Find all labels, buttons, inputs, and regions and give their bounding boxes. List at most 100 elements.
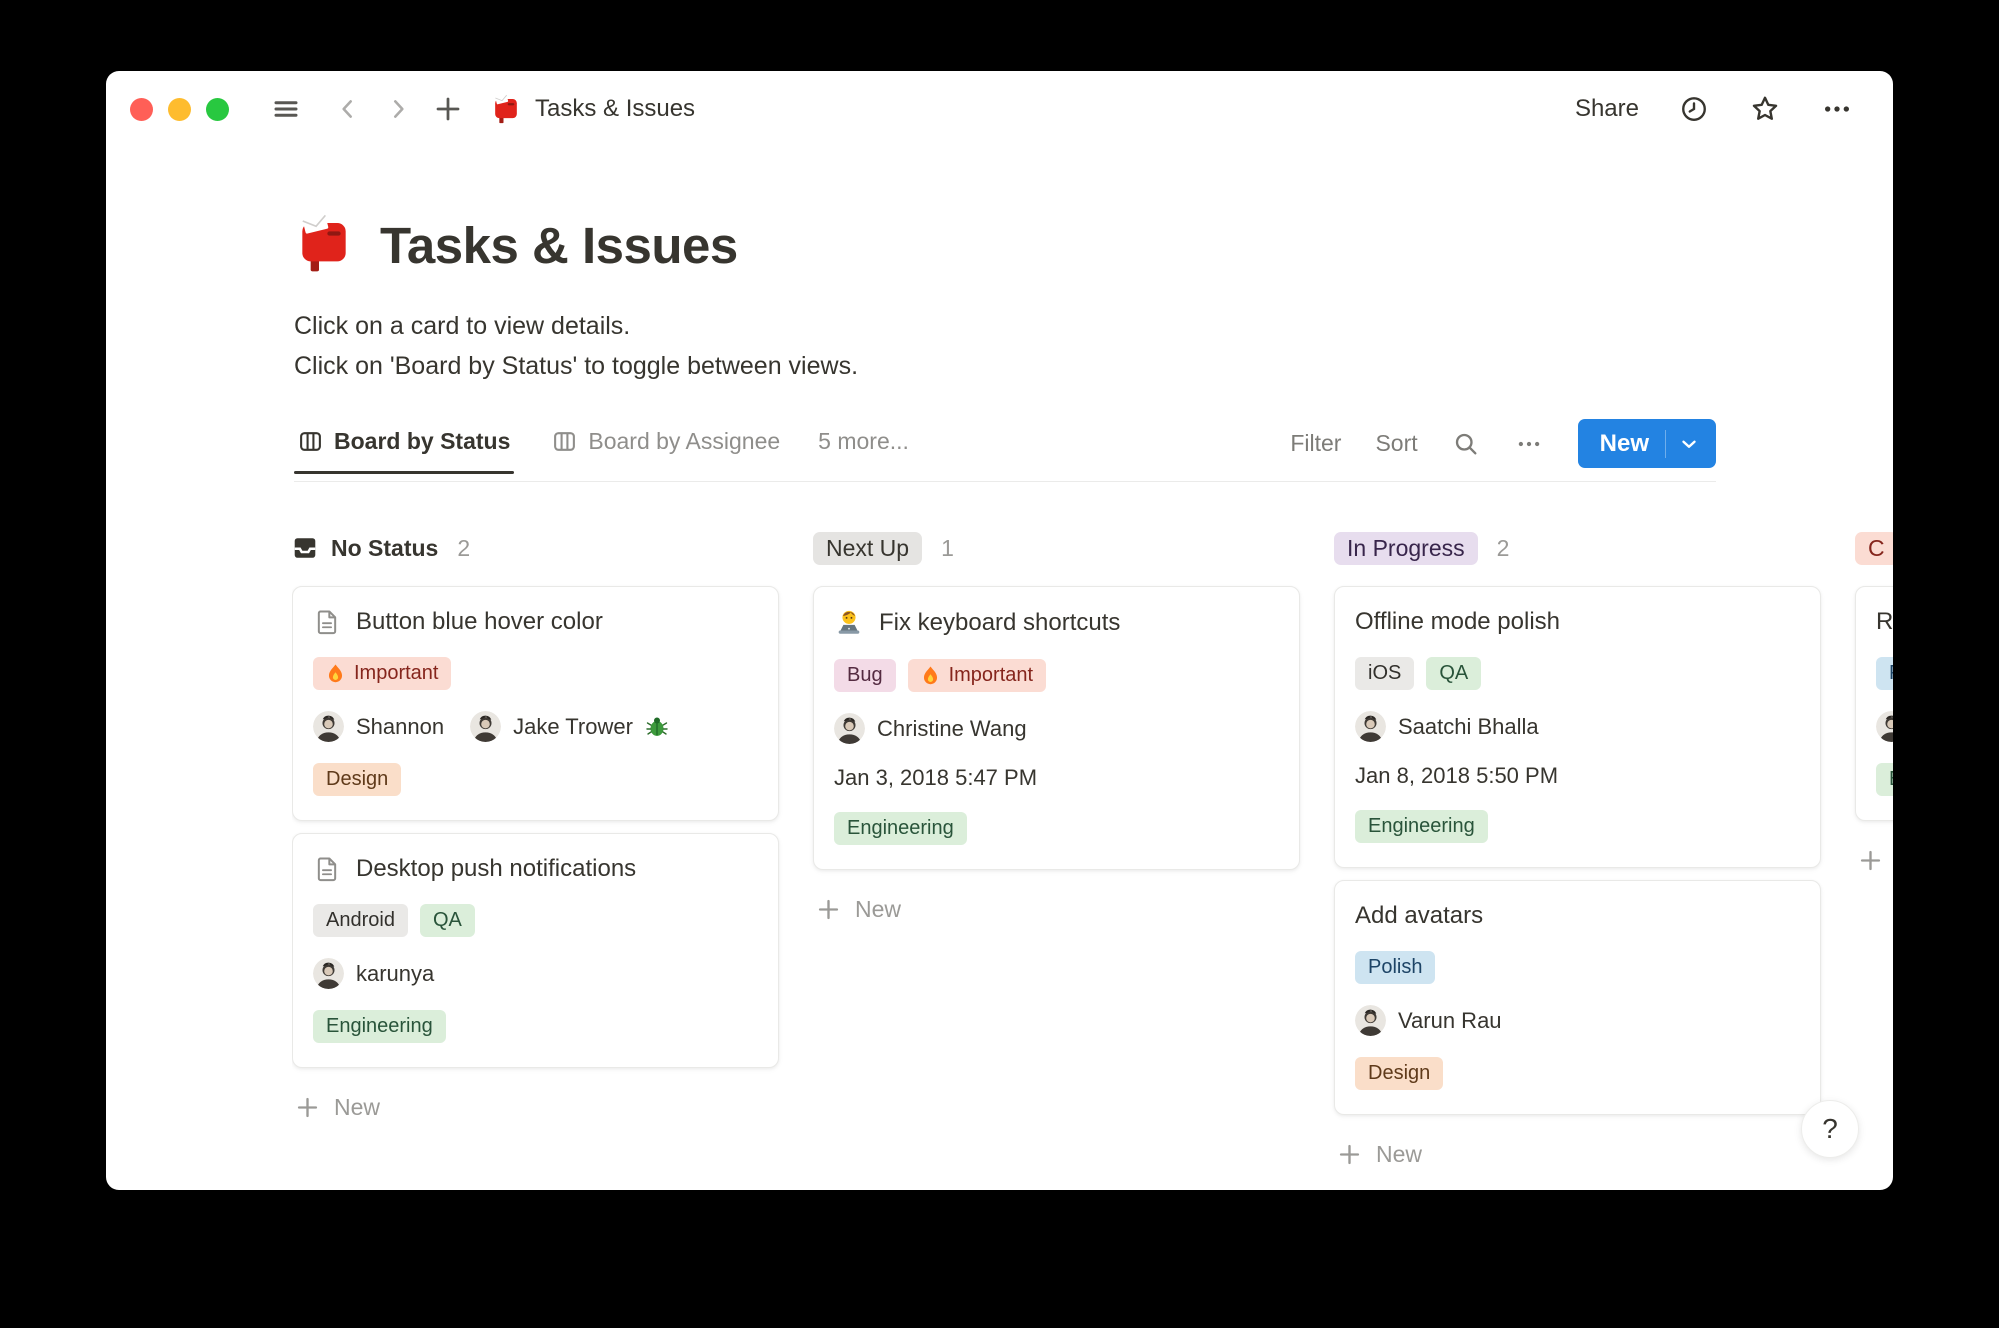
- tag-pill: iOS: [1355, 657, 1415, 690]
- forward-icon[interactable]: [385, 96, 411, 122]
- card[interactable]: R P E: [1855, 586, 1893, 821]
- page-description-line2: Click on 'Board by Status' to toggle bet…: [294, 352, 859, 380]
- new-tab-icon[interactable]: [433, 94, 463, 124]
- help-button[interactable]: ?: [1801, 1100, 1859, 1158]
- avatar: [834, 713, 865, 744]
- card-title: Add avatars: [1355, 902, 1484, 929]
- fire-icon: [921, 665, 940, 687]
- column-count: 2: [457, 534, 471, 561]
- tag-pill: E: [1876, 763, 1893, 796]
- chevron-down-icon[interactable]: [1666, 433, 1712, 455]
- tab-board-by-status[interactable]: Board by Status: [294, 428, 515, 474]
- page-title: Tasks & Issues: [380, 217, 738, 274]
- history-clock-icon[interactable]: [1679, 94, 1709, 124]
- tag-label: Engineering: [326, 1015, 433, 1037]
- column-status-pill: Next Up: [813, 531, 923, 565]
- card-title: Desktop push notifications: [356, 855, 637, 882]
- avatar: [313, 958, 344, 989]
- column-header: In Progress 2: [1334, 530, 1821, 566]
- card-title-row: Button blue hover color: [313, 608, 758, 636]
- plus-icon: [815, 896, 842, 923]
- tag-label: Important: [948, 664, 1034, 686]
- close-window-button[interactable]: [130, 97, 153, 121]
- minimize-window-button[interactable]: [168, 97, 191, 121]
- tag-label: Engineering: [847, 817, 954, 839]
- card-row-tags: Engineering: [313, 1010, 758, 1043]
- filter-button[interactable]: Filter: [1290, 430, 1341, 457]
- favorite-star-icon[interactable]: [1749, 93, 1781, 125]
- more-views-button[interactable]: 5 more...: [818, 428, 909, 473]
- board-view-icon: [554, 432, 576, 451]
- tab-board-by-assignee[interactable]: Board by Assignee: [548, 428, 784, 473]
- app-window: Tasks & Issues Share Tasks & Issues Clic…: [106, 71, 1893, 1190]
- assignee: [1876, 711, 1893, 742]
- avatar: [1355, 711, 1386, 742]
- avatar: [470, 711, 502, 742]
- column-count: 1: [941, 534, 954, 561]
- zoom-window-button[interactable]: [206, 97, 229, 121]
- assignee: Shannon: [313, 711, 444, 742]
- tag-pill: Important: [907, 659, 1047, 692]
- tag-pill: P: [1876, 657, 1893, 690]
- tag-pill: Engineering: [313, 1010, 446, 1043]
- back-icon[interactable]: [335, 96, 361, 122]
- document-icon: [313, 608, 341, 636]
- column-status-pill: C: [1855, 531, 1893, 565]
- board-column: No Status 2 Button blue hover color Importa…: [292, 530, 779, 1125]
- assignee: Saatchi Bhalla: [1355, 711, 1539, 742]
- add-card-button[interactable]: New: [1334, 1137, 1821, 1172]
- document-icon: [313, 855, 341, 883]
- tag-label: Polish: [1368, 956, 1423, 978]
- tag-pill: QA: [1426, 657, 1482, 690]
- tag-label: QA: [1439, 662, 1469, 684]
- tag-label: QA: [432, 909, 462, 931]
- card-row-tags: Design: [313, 763, 758, 796]
- view-options-icon[interactable]: [1514, 429, 1544, 459]
- add-card-label: New: [334, 1094, 381, 1120]
- sidebar-menu-icon[interactable]: [271, 94, 301, 124]
- sort-button[interactable]: Sort: [1375, 430, 1417, 457]
- new-button[interactable]: New: [1577, 419, 1716, 468]
- add-card-button[interactable]: New: [1855, 843, 1893, 878]
- assignee: Christine Wang: [834, 713, 1027, 744]
- beetle-icon: [645, 715, 669, 739]
- add-card-button[interactable]: New: [292, 1090, 779, 1125]
- card[interactable]: Desktop push notifications Android QA karun…: [292, 833, 779, 1068]
- card-row-tags: E: [1876, 763, 1893, 796]
- card-row-people: karunya: [313, 958, 758, 989]
- titlebar: Tasks & Issues Share: [106, 71, 1893, 137]
- card-row-tags: iOS QA: [1355, 657, 1800, 690]
- card-row-tags: Design: [1355, 1057, 1800, 1090]
- card-title-row: Desktop push notifications: [313, 855, 758, 883]
- page-header: Tasks & Issues Click on a card to view d…: [294, 213, 1893, 386]
- tag-label: iOS: [1368, 662, 1402, 684]
- plus-icon: [1336, 1141, 1363, 1168]
- plus-icon: [294, 1094, 321, 1121]
- search-icon[interactable]: [1452, 430, 1480, 458]
- card[interactable]: Offline mode polish iOS QA Saatchi Bhalla Ja…: [1334, 586, 1821, 868]
- tag-pill: QA: [419, 904, 475, 937]
- share-button[interactable]: Share: [1575, 95, 1639, 123]
- card-row-people: Shannon Jake Trower: [313, 711, 758, 742]
- card[interactable]: Fix keyboard shortcuts Bug Important Christ…: [813, 586, 1300, 870]
- tag-label: Android: [326, 909, 395, 931]
- tag-pill: Polish: [1355, 951, 1436, 984]
- card-row-tags: Android QA: [313, 904, 758, 937]
- card[interactable]: Add avatars Polish Varun Rau Design: [1334, 880, 1821, 1115]
- add-card-button[interactable]: New: [813, 892, 1300, 927]
- tag-pill: Engineering: [834, 812, 967, 845]
- card-row-tags: Polish: [1355, 951, 1800, 984]
- card-title: Offline mode polish: [1355, 608, 1561, 635]
- card[interactable]: Button blue hover color Important Shannon J…: [292, 586, 779, 821]
- more-options-icon[interactable]: [1821, 93, 1853, 125]
- board-column: In Progress 2 Offline mode polish iOS QA Saat…: [1334, 530, 1821, 1172]
- board-column: C R P E New: [1855, 530, 1893, 878]
- assignee: karunya: [313, 958, 434, 989]
- add-card-label: New: [1376, 1141, 1423, 1167]
- tag-pill: Android: [313, 904, 408, 937]
- inbox-icon: [292, 535, 318, 561]
- card-title-row: Add avatars: [1355, 902, 1800, 930]
- add-card-label: New: [855, 896, 902, 922]
- card-row-people: Christine Wang: [834, 713, 1279, 744]
- tag-pill: Engineering: [1355, 810, 1488, 843]
